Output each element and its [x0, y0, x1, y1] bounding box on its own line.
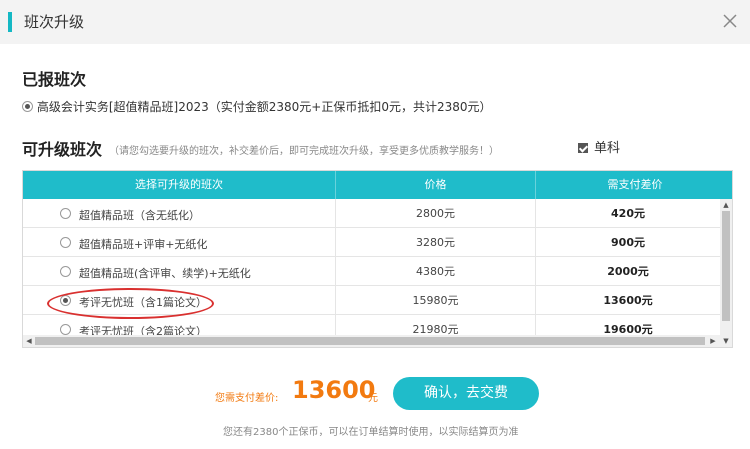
- horizontal-scrollbar[interactable]: ◀ ▶ ▼: [23, 335, 732, 347]
- row-radio[interactable]: [60, 208, 71, 219]
- scroll-left-icon[interactable]: ◀: [23, 335, 35, 347]
- table-row[interactable]: 超值精品班(含评审、续学)+无纸化 4380元 2000元: [23, 257, 720, 286]
- row-price: 3280元: [336, 228, 536, 257]
- row-class-name: 超值精品班(含评审、续学)+无纸化: [79, 267, 251, 280]
- vertical-scrollbar[interactable]: ▲: [720, 199, 732, 335]
- table-row[interactable]: 超值精品班+评审+无纸化 3280元 900元: [23, 228, 720, 257]
- horizontal-scroll-thumb[interactable]: [35, 337, 705, 345]
- registered-heading: 已报班次: [22, 70, 87, 89]
- row-diff: 2000元: [607, 265, 649, 278]
- row-radio[interactable]: [60, 237, 71, 248]
- upgrade-table: 选择可升级的班次 价格 需支付差价 超值精品班（含无纸化） 2800元 420元…: [22, 170, 733, 348]
- scroll-up-icon[interactable]: ▲: [720, 199, 732, 211]
- row-diff: 420元: [611, 207, 645, 220]
- table-row-selected[interactable]: 考评无忧班（含1篇论文） 15980元 13600元: [23, 286, 720, 319]
- column-header-diff: 需支付差价: [607, 178, 663, 191]
- row-price: 21980元: [336, 315, 536, 335]
- coin-note: 您还有2380个正保币，可以在订单结算时使用，以实际结算页为准: [223, 427, 519, 438]
- dialog-title: 班次升级: [24, 13, 85, 31]
- column-header-class: 选择可升级的班次: [23, 171, 336, 199]
- row-radio[interactable]: [60, 266, 71, 277]
- close-icon[interactable]: [720, 11, 740, 31]
- registered-item: 高级会计实务[超值精品班]2023（实付金额2380元+正保币抵扣0元，共计23…: [22, 98, 492, 115]
- pay-amount: 13600: [292, 376, 376, 404]
- row-diff: 19600元: [603, 323, 653, 335]
- row-class-name: 超值精品班+评审+无纸化: [79, 238, 208, 251]
- upgrade-heading: 可升级班次: [22, 140, 103, 159]
- row-price: 2800元: [336, 199, 536, 228]
- row-price: 15980元: [336, 286, 536, 315]
- pay-label: 您需支付差价:: [215, 393, 279, 404]
- registered-item-text: 高级会计实务[超值精品班]2023（实付金额2380元+正保币抵扣0元，共计23…: [36, 100, 492, 114]
- row-class-name: 考评无忧班（含2篇论文）: [79, 325, 207, 335]
- single-subject-label: 单科: [594, 141, 621, 156]
- pay-unit: 元: [368, 393, 378, 404]
- confirm-pay-button[interactable]: 确认，去交费: [393, 377, 539, 410]
- single-subject-checkbox[interactable]: 单科: [578, 137, 620, 156]
- row-radio[interactable]: [60, 324, 71, 335]
- dialog-header: 班次升级: [0, 0, 750, 44]
- row-class-name: 超值精品班（含无纸化）: [79, 209, 200, 222]
- registered-radio: [22, 101, 33, 112]
- column-header-price: 价格: [336, 171, 536, 199]
- row-diff: 900元: [611, 236, 645, 249]
- checkbox-icon[interactable]: [578, 143, 588, 153]
- scroll-down-icon[interactable]: ▼: [720, 335, 732, 347]
- table-header: 选择可升级的班次 价格 需支付差价: [23, 171, 732, 199]
- table-row[interactable]: 考评无忧班（含2篇论文） 21980元 19600元: [23, 315, 720, 335]
- upgrade-hint: （请您勾选要升级的班次，补交差价后，即可完成班次升级，享受更多优质教学服务！）: [109, 146, 499, 157]
- table-body: 超值精品班（含无纸化） 2800元 420元 超值精品班+评审+无纸化 3280…: [23, 199, 720, 335]
- scroll-right-icon[interactable]: ▶: [707, 335, 719, 347]
- row-diff: 13600元: [603, 294, 653, 307]
- title-accent-bar: [8, 12, 12, 32]
- table-row[interactable]: 超值精品班（含无纸化） 2800元 420元: [23, 199, 720, 228]
- row-price: 4380元: [336, 257, 536, 286]
- vertical-scroll-thumb[interactable]: [722, 211, 730, 321]
